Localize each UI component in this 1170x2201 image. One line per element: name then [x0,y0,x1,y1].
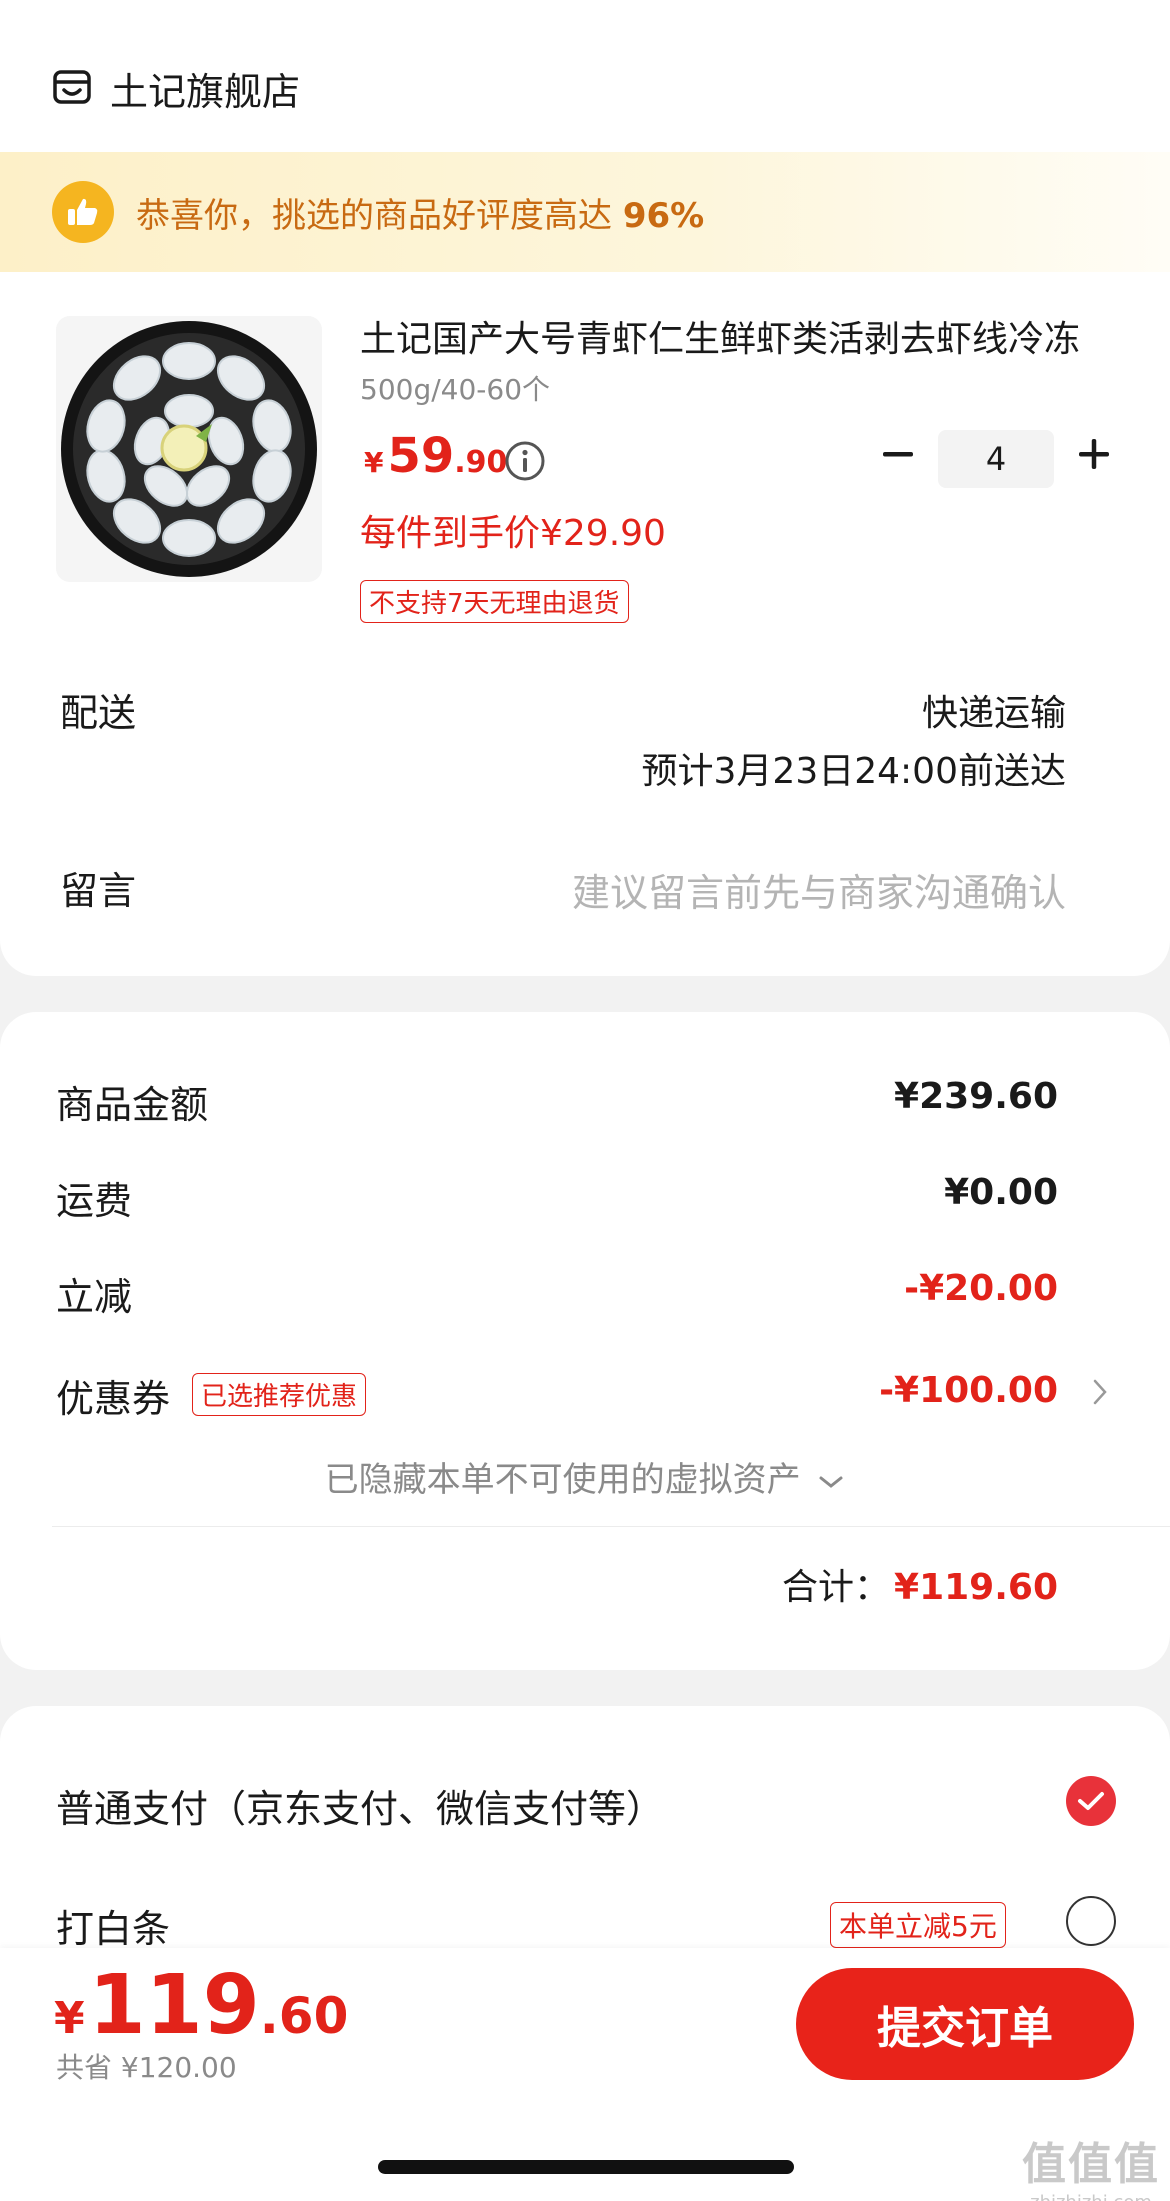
submit-order-button[interactable]: 提交订单 [796,1968,1134,2080]
baitiao-promo-tag: 本单立减5元 [830,1902,1006,1948]
coupon-value[interactable]: -¥100.00 [879,1370,1058,1411]
product-spec[interactable]: 500g/40-60个 [360,368,550,408]
discount-value: -¥20.00 [904,1268,1058,1309]
return-policy-tag: 不支持7天无理由退货 [360,580,629,623]
price-decimal: .90 [454,445,508,480]
home-indicator[interactable] [378,2160,794,2174]
product-price: ¥ 59 .90 [364,428,507,484]
thumbs-up-icon [52,181,114,243]
chevron-down-icon [819,1476,843,1488]
price-symbol: ¥ [364,446,384,479]
message-input[interactable]: 建议留言前先与商家沟通确认 [572,862,1066,917]
quantity-decrease-button[interactable] [880,436,916,472]
chevron-right-icon[interactable] [1090,1376,1110,1408]
rating-percent: 96% [622,195,705,236]
quantity-increase-button[interactable] [1076,436,1112,472]
payment-option-normal[interactable]: 普通支付（京东支付、微信支付等） [56,1778,664,1833]
coupon-tag: 已选推荐优惠 [192,1373,367,1416]
unit-price-label: 每件到手价¥29.90 [360,513,666,554]
delivery-method[interactable]: 快递运输 [922,684,1066,736]
payment-option-baitiao[interactable]: 打白条 [56,1898,170,1953]
checkout-price-symbol: ¥ [54,1993,85,2044]
shipping-label: 运费 [56,1179,133,1223]
checkmark-icon[interactable] [1066,1776,1116,1826]
total-saved: 共省 ¥120.00 [56,2051,237,2084]
shipping-value: ¥0.00 [944,1172,1058,1213]
message-label: 留言 [60,869,137,913]
goods-amount-value: ¥239.60 [894,1076,1058,1117]
delivery-label: 配送 [60,691,137,735]
coupon-label[interactable]: 优惠券 [56,1368,170,1423]
price-integer: 59 [387,428,455,484]
quantity-input[interactable]: 4 [938,430,1054,488]
store-header[interactable]: 土记旗舰店 [52,60,300,116]
goods-amount-label: 商品金额 [56,1083,209,1127]
delivery-eta[interactable]: 预计3月23日24:00前送达 [642,742,1066,794]
total-label: 合计： [782,1567,891,1608]
product-image[interactable] [56,316,322,582]
checkout-price-integer: 119 [88,1958,260,2053]
divider [52,1526,1170,1527]
watermark-logo: 值值值 [1022,2139,1160,2190]
discount-label: 立减 [56,1275,133,1319]
baitiao-radio[interactable] [1066,1896,1116,1946]
rating-banner-text: 恭喜你，挑选的商品好评度高达 96% [136,195,705,236]
hidden-assets-toggle[interactable]: 已隐藏本单不可使用的虚拟资产 [0,1452,1170,1501]
watermark-url: zhizhizhi.com [1022,2192,1160,2201]
store-name: 土记旗舰店 [110,69,301,114]
rating-banner: 恭喜你，挑选的商品好评度高达 96% [0,152,1170,272]
total-value: ¥119.60 [894,1567,1058,1608]
product-title[interactable]: 土记国产大号青虾仁生鲜虾类活剥去虾线冷冻 [360,310,1120,362]
checkout-price-decimal: .60 [259,1987,349,2045]
store-card: 土记旗舰店 恭喜你，挑选的商品好评度高达 96% 土记国产大号青虾仁生鲜虾类活剥… [0,0,1170,976]
order-total: 合计： ¥119.60 [782,1558,1058,1610]
store-icon [53,70,91,104]
watermark: 值值值 zhizhizhi.com [1022,2128,1160,2201]
info-icon[interactable] [504,440,546,482]
checkout-price: ¥ 119 .60 [54,1958,348,2053]
